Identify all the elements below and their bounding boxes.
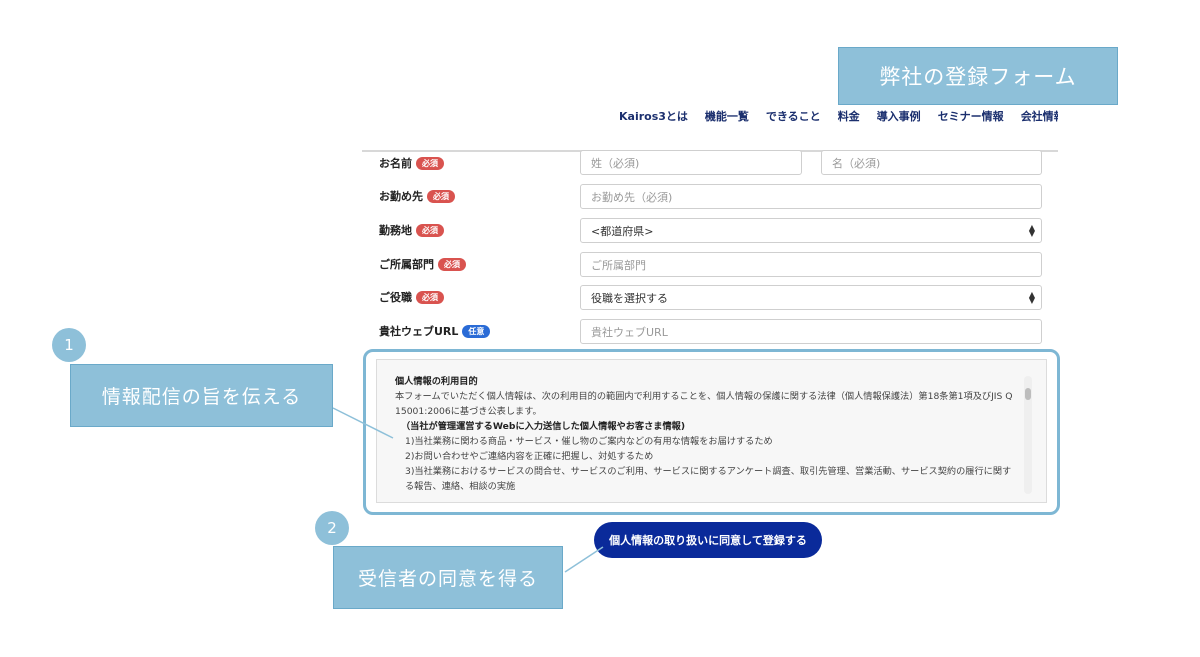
form-row-name: お名前 必須 姓（必須) 名（必須) xyxy=(362,150,1058,182)
website-url-input[interactable]: 貴社ウェブURL xyxy=(580,319,1042,344)
nav-item-seminars[interactable]: セミナー情報 xyxy=(938,108,1004,128)
form-banner: 弊社の登録フォーム xyxy=(838,47,1118,105)
first-name-input[interactable]: 名（必須) xyxy=(821,150,1042,175)
annotation-number-1: 1 xyxy=(52,328,86,362)
prefecture-select[interactable]: <都道府県> ▲ ▼ xyxy=(580,218,1042,243)
field-label: お勤め先 必須 xyxy=(379,188,455,204)
select-value: <都道府県> xyxy=(591,224,654,238)
label-text: お勤め先 xyxy=(379,190,423,203)
annotation-note-2: 受信者の同意を得る xyxy=(333,546,563,609)
nav-item-company[interactable]: 会社情報 xyxy=(1021,108,1058,128)
position-select[interactable]: 役職を選択する ▲ ▼ xyxy=(580,285,1042,310)
department-input[interactable]: ご所属部門 xyxy=(580,252,1042,277)
privacy-heading: 個人情報の利用目的 xyxy=(395,376,478,387)
privacy-policy-scrollbox[interactable]: 個人情報の利用目的 本フォームでいただく個人情報は、次の利用目的の範囲内で利用す… xyxy=(376,359,1047,503)
privacy-subheading: （当社が管理運営するWebに入力送信した個人情報やお客さま情報) xyxy=(401,421,686,432)
select-value: 役職を選択する xyxy=(591,291,668,305)
nav-item-features[interactable]: 機能一覧 xyxy=(705,108,749,128)
privacy-item: 3)当社業務におけるサービスの問合せ、サービスのご利用、サービスに関するアンケー… xyxy=(405,466,1012,492)
select-arrows-icon: ▲ ▼ xyxy=(1028,289,1035,305)
privacy-policy-text: 個人情報の利用目的 本フォームでいただく個人情報は、次の利用目的の範囲内で利用す… xyxy=(395,374,1015,494)
registration-form: お名前 必須 姓（必須) 名（必須) お勤め先 必須 お勤め先（必須) 勤務地 … xyxy=(362,150,1058,350)
label-text: お名前 xyxy=(379,157,412,170)
required-badge: 必須 xyxy=(427,189,455,203)
privacy-item: 2)お問い合わせやご連絡内容を正確に把握し、対処するため xyxy=(405,451,654,462)
nav-item-capabilities[interactable]: できること xyxy=(766,108,821,128)
nav-item-cases[interactable]: 導入事例 xyxy=(877,108,921,128)
top-nav: Kairos3とは 機能一覧 できること 料金 導入事例 セミナー情報 会社情報 xyxy=(619,108,1058,128)
form-row-position: ご役職 必須 役職を選択する ▲ ▼ xyxy=(362,285,1058,315)
required-badge: 必須 xyxy=(416,223,444,237)
nav-item-pricing[interactable]: 料金 xyxy=(838,108,860,128)
field-label: 貴社ウェブURL 任意 xyxy=(379,323,491,339)
form-row-url: 貴社ウェブURL 任意 貴社ウェブURL xyxy=(362,319,1058,349)
privacy-item: 1)当社業務に関わる商品・サービス・催し物のご案内などの有用な情報をお届けするた… xyxy=(405,436,773,447)
optional-badge: 任意 xyxy=(462,324,491,338)
required-badge: 必須 xyxy=(416,156,444,170)
privacy-highlight: 個人情報の利用目的 本フォームでいただく個人情報は、次の利用目的の範囲内で利用す… xyxy=(363,349,1060,515)
scrollbar-thumb[interactable] xyxy=(1025,388,1031,400)
label-text: 貴社ウェブURL xyxy=(379,325,459,338)
agree-register-button[interactable]: 個人情報の取り扱いに同意して登録する xyxy=(594,522,822,558)
company-input[interactable]: お勤め先（必須) xyxy=(580,184,1042,209)
required-badge: 必須 xyxy=(438,257,466,271)
privacy-scrollbar[interactable] xyxy=(1024,376,1032,494)
privacy-body: 本フォームでいただく個人情報は、次の利用目的の範囲内で利用することを、個人情報の… xyxy=(395,391,1013,417)
annotation-note-1: 情報配信の旨を伝える xyxy=(70,364,333,427)
select-arrows-icon: ▲ ▼ xyxy=(1028,222,1035,238)
form-row-location: 勤務地 必須 <都道府県> ▲ ▼ xyxy=(362,218,1058,248)
annotation-number-2: 2 xyxy=(315,511,349,545)
field-label: 勤務地 必須 xyxy=(379,222,444,238)
field-label: ご役職 必須 xyxy=(379,289,444,305)
form-row-company: お勤め先 必須 お勤め先（必須) xyxy=(362,184,1058,214)
label-text: 勤務地 xyxy=(379,224,412,237)
last-name-input[interactable]: 姓（必須) xyxy=(580,150,802,175)
field-label: ご所属部門 必須 xyxy=(379,256,466,272)
required-badge: 必須 xyxy=(416,290,444,304)
form-row-department: ご所属部門 必須 ご所属部門 xyxy=(362,252,1058,282)
label-text: ご所属部門 xyxy=(379,258,434,271)
nav-item-about[interactable]: Kairos3とは xyxy=(619,108,688,128)
field-label: お名前 必須 xyxy=(379,155,444,171)
label-text: ご役職 xyxy=(379,291,412,304)
